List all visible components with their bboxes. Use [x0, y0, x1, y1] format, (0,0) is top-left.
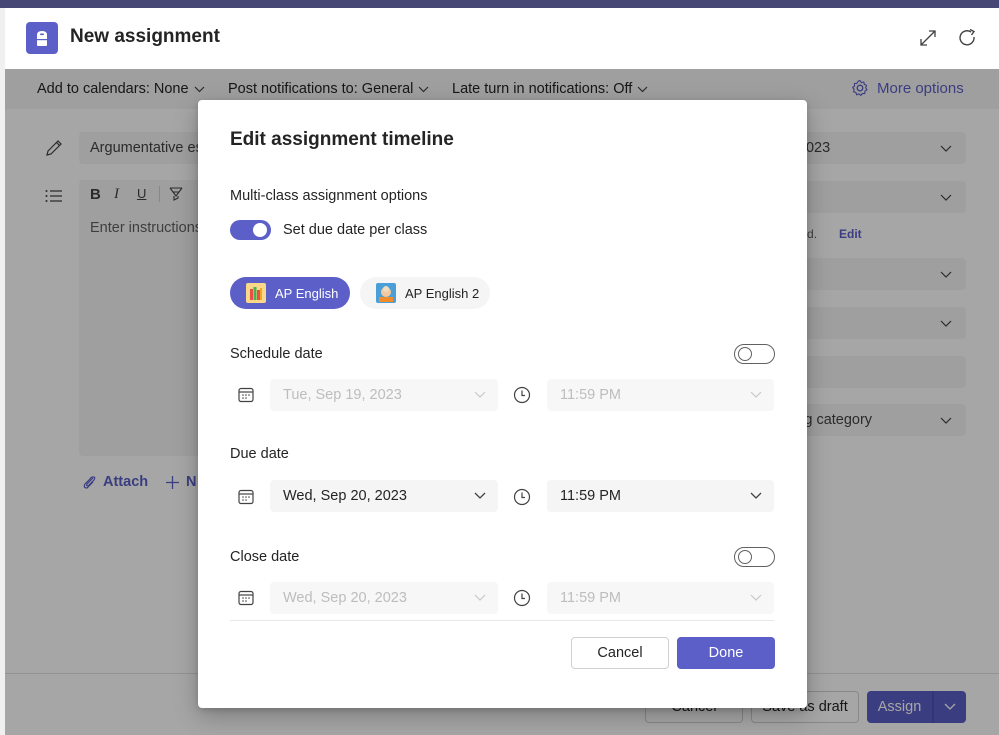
toggle-knob [738, 550, 752, 564]
schedule-date-value: Tue, Sep 19, 2023 [283, 387, 402, 403]
edit-timeline-dialog: Edit assignment timeline Multi-class ass… [198, 100, 807, 708]
dialog-title: Edit assignment timeline [230, 129, 454, 150]
close-date-label: Close date [230, 549, 300, 565]
chevron-down-icon [750, 492, 762, 499]
close-date-picker[interactable]: Wed, Sep 20, 2023 [270, 582, 498, 614]
due-time-value: 11:59 PM [560, 488, 621, 504]
chevron-down-icon [750, 594, 762, 601]
clock-icon [513, 488, 531, 506]
schedule-time-value: 11:59 PM [560, 387, 621, 403]
multi-class-heading: Multi-class assignment options [230, 188, 428, 204]
done-label: Done [708, 645, 744, 661]
backpack-icon [26, 22, 58, 54]
teams-top-bar [0, 0, 999, 8]
refresh-icon [959, 28, 976, 46]
due-date-picker[interactable]: Wed, Sep 20, 2023 [270, 480, 498, 512]
toggle-knob [738, 347, 752, 361]
due-date-value: Wed, Sep 20, 2023 [283, 488, 407, 504]
dialog-cancel-label: Cancel [597, 645, 643, 661]
calendar-icon [238, 590, 254, 606]
expand-icon [920, 30, 936, 46]
class-tab-label: AP English 2 [405, 285, 480, 301]
per-class-toggle[interactable] [230, 220, 271, 240]
clock-icon [513, 589, 531, 607]
close-time-value: 11:59 PM [560, 590, 621, 606]
due-time-picker[interactable]: 11:59 PM [547, 480, 774, 512]
class-tab-ap-english[interactable]: AP English [230, 277, 350, 309]
refresh-button[interactable] [956, 26, 980, 50]
class-tab-ap-english-2[interactable]: AP English 2 [360, 277, 490, 309]
schedule-time-picker[interactable]: 11:59 PM [547, 379, 774, 411]
dialog-cancel-button[interactable]: Cancel [571, 637, 669, 669]
done-button[interactable]: Done [677, 637, 775, 669]
chevron-down-icon [750, 391, 762, 398]
window-header: New assignment [5, 8, 999, 69]
close-time-picker[interactable]: 11:59 PM [547, 582, 774, 614]
expand-button[interactable] [916, 26, 940, 50]
chevron-down-icon [474, 492, 486, 499]
dialog-divider [230, 620, 774, 621]
close-date-toggle[interactable] [734, 547, 775, 567]
per-class-toggle-label: Set due date per class [283, 222, 428, 238]
schedule-date-picker[interactable]: Tue, Sep 19, 2023 [270, 379, 498, 411]
chevron-down-icon [474, 391, 486, 398]
toggle-knob [253, 223, 267, 237]
class-tab-label: AP English [275, 285, 339, 301]
clock-icon [513, 386, 531, 404]
chevron-down-icon [474, 594, 486, 601]
shakespeare-icon [376, 283, 396, 303]
calendar-icon [238, 387, 254, 403]
close-date-value: Wed, Sep 20, 2023 [283, 590, 407, 606]
books-icon [246, 283, 266, 303]
due-date-label: Due date [230, 446, 289, 462]
schedule-date-toggle[interactable] [734, 344, 775, 364]
window-title: New assignment [70, 26, 220, 47]
schedule-date-label: Schedule date [230, 346, 323, 362]
calendar-icon [238, 489, 254, 505]
